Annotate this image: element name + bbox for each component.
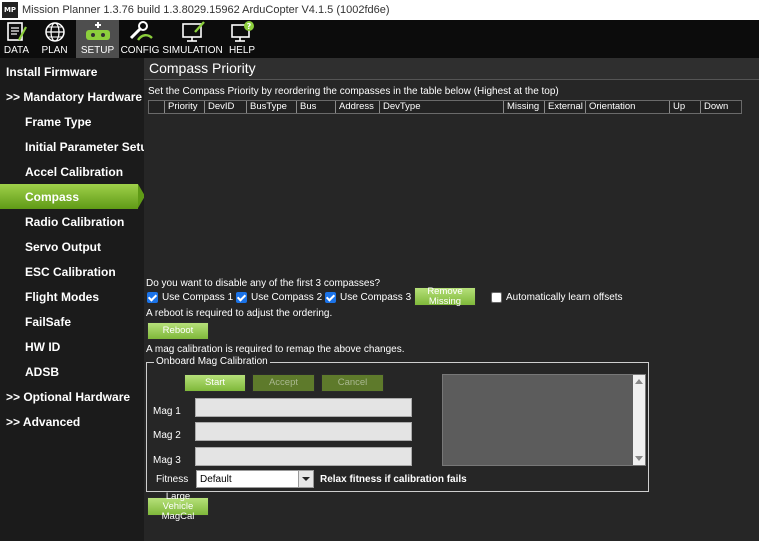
cancel-button[interactable]: Cancel	[321, 374, 384, 392]
checkbox-checked-icon	[325, 292, 336, 303]
column-header-address[interactable]: Address	[336, 101, 380, 113]
onboard-mag-calibration-group: Onboard Mag Calibration Start Accept Can…	[146, 356, 649, 492]
fitness-label: Fitness	[156, 474, 189, 485]
relax-fitness-label: Relax fitness if calibration fails	[320, 474, 467, 485]
toolbar-help-label: HELP	[228, 45, 256, 56]
auto-learn-offsets-label: Automatically learn offsets	[506, 292, 623, 303]
use-compass-1-checkbox[interactable]: Use Compass 1	[147, 292, 233, 303]
simulation-icon	[181, 21, 205, 42]
reboot-button[interactable]: Reboot	[147, 322, 209, 340]
toolbar-setup-button[interactable]: SETUP	[76, 20, 119, 58]
sidebar-item-initial-parameter-setup[interactable]: Initial Parameter Setup	[0, 134, 144, 159]
column-header-priority[interactable]: Priority	[165, 101, 205, 113]
mag-3-label: Mag 3	[153, 455, 181, 466]
svg-text:?: ?	[247, 22, 252, 31]
scroll-up-icon[interactable]	[635, 379, 643, 384]
onboard-mag-calibration-title: Onboard Mag Calibration	[154, 356, 270, 367]
sidebar-item-radio-calibration[interactable]: Radio Calibration	[0, 209, 144, 234]
wrench-icon	[129, 21, 153, 41]
auto-learn-offsets-checkbox[interactable]: Automatically learn offsets	[491, 292, 623, 303]
checkbox-unchecked-icon	[491, 292, 502, 303]
mag-2-progress	[195, 422, 412, 441]
help-icon: ?	[231, 21, 254, 42]
table-row-header	[149, 101, 165, 113]
column-header-down[interactable]: Down	[701, 101, 733, 113]
column-header-missing[interactable]: Missing	[504, 101, 545, 113]
toolbar-config-button[interactable]: CONFIG	[119, 20, 161, 58]
mag-calibration-note: A mag calibration is required to remap t…	[146, 344, 405, 355]
sidebar-item-advanced[interactable]: >> Advanced	[0, 409, 144, 434]
data-icon	[6, 22, 27, 41]
main-toolbar: DATA PLAN SETUP CONFIG SIMULATION ? HELP	[0, 20, 759, 58]
priority-instructions: Set the Compass Priority by reordering t…	[148, 86, 559, 97]
sidebar-item-servo-output[interactable]: Servo Output	[0, 234, 144, 259]
sidebar-item-esc-calibration[interactable]: ESC Calibration	[0, 259, 144, 284]
fitness-dropdown[interactable]: Default	[196, 470, 314, 488]
mag-2-label: Mag 2	[153, 430, 181, 441]
app-logo-icon: MP	[2, 2, 18, 18]
sidebar-item-optional-hardware[interactable]: >> Optional Hardware	[0, 384, 144, 409]
disable-compass-question: Do you want to disable any of the first …	[146, 278, 381, 289]
toolbar-plan-label: PLAN	[41, 45, 68, 56]
column-header-devtype[interactable]: DevType	[380, 101, 504, 113]
sidebar-item-hw-id[interactable]: HW ID	[0, 334, 144, 359]
fitness-selected-value: Default	[200, 473, 232, 485]
mag-1-progress	[195, 398, 412, 417]
log-scrollbar[interactable]	[633, 375, 645, 465]
mag-1-label: Mag 1	[153, 406, 181, 417]
column-header-devid[interactable]: DevID	[205, 101, 247, 113]
globe-icon	[44, 22, 65, 42]
checkbox-checked-icon	[147, 292, 158, 303]
compass-priority-table[interactable]: Priority DevID BusType Bus Address DevTy…	[148, 100, 742, 114]
start-button[interactable]: Start	[184, 374, 246, 392]
sidebar-item-compass[interactable]: Compass	[0, 184, 138, 209]
reboot-note: A reboot is required to adjust the order…	[146, 308, 333, 319]
compass-panel: Compass Priority Set the Compass Priorit…	[144, 58, 759, 541]
dropdown-arrow-icon[interactable]	[298, 471, 313, 487]
column-header-bus[interactable]: Bus	[297, 101, 336, 113]
toolbar-data-button[interactable]: DATA	[0, 20, 33, 58]
large-vehicle-magcal-button[interactable]: Large Vehicle MagCal	[147, 491, 209, 521]
use-compass-2-checkbox[interactable]: Use Compass 2	[236, 292, 322, 303]
use-compass-3-checkbox[interactable]: Use Compass 3	[325, 292, 411, 303]
toolbar-plan-button[interactable]: PLAN	[33, 20, 76, 58]
panel-header: Compass Priority	[144, 58, 759, 80]
page-title: Compass Priority	[149, 60, 256, 76]
window-title: Mission Planner 1.3.76 build 1.3.8029.15…	[22, 4, 390, 16]
accept-button[interactable]: Accept	[252, 374, 315, 392]
use-compass-2-label: Use Compass 2	[251, 292, 323, 303]
sidebar-item-flight-modes[interactable]: Flight Modes	[0, 284, 144, 309]
sidebar-item-accel-calibration[interactable]: Accel Calibration	[0, 159, 144, 184]
column-header-external[interactable]: External	[545, 101, 586, 113]
use-compass-1-label: Use Compass 1	[162, 292, 234, 303]
toolbar-help-button[interactable]: ? HELP	[224, 20, 260, 58]
mag-3-progress	[195, 447, 412, 466]
toolbar-data-label: DATA	[3, 45, 30, 56]
sidebar-item-adsb[interactable]: ADSB	[0, 359, 144, 384]
setup-icon	[85, 22, 110, 40]
sidebar-item-install-firmware[interactable]: Install Firmware	[0, 59, 144, 84]
calibration-log-list[interactable]	[442, 374, 646, 466]
toolbar-config-label: CONFIG	[120, 45, 160, 56]
checkbox-checked-icon	[236, 292, 247, 303]
title-bar: MP Mission Planner 1.3.76 build 1.3.8029…	[0, 0, 759, 20]
toolbar-simulation-label: SIMULATION	[162, 45, 223, 56]
setup-sidebar: Install Firmware >> Mandatory Hardware F…	[0, 58, 144, 541]
sidebar-item-frame-type[interactable]: Frame Type	[0, 109, 144, 134]
column-header-up[interactable]: Up	[670, 101, 701, 113]
mission-planner-window: MP Mission Planner 1.3.76 build 1.3.8029…	[0, 0, 759, 541]
sidebar-item-failsafe[interactable]: FailSafe	[0, 309, 144, 334]
toolbar-simulation-button[interactable]: SIMULATION	[161, 20, 224, 58]
sidebar-item-mandatory-hardware[interactable]: >> Mandatory Hardware	[0, 84, 144, 109]
column-header-orientation[interactable]: Orientation	[586, 101, 670, 113]
scroll-down-icon[interactable]	[635, 456, 643, 461]
remove-missing-button[interactable]: Remove Missing	[414, 286, 476, 306]
column-header-bustype[interactable]: BusType	[247, 101, 297, 113]
use-compass-3-label: Use Compass 3	[340, 292, 412, 303]
toolbar-setup-label: SETUP	[80, 45, 115, 56]
